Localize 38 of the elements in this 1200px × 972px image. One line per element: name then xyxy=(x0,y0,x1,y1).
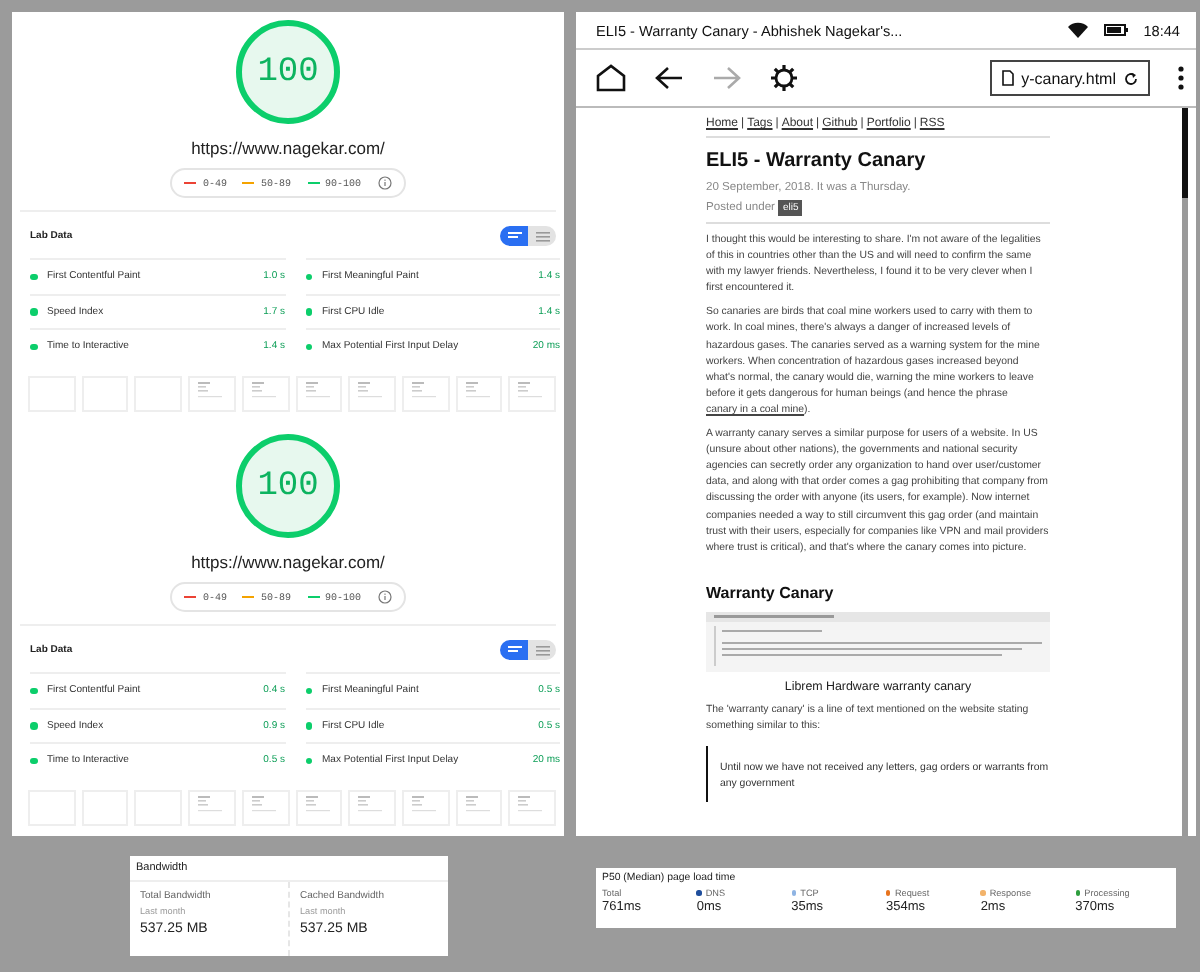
info-icon xyxy=(377,176,392,190)
reload-icon[interactable] xyxy=(1124,71,1138,85)
wifi-icon xyxy=(1067,22,1088,38)
list-icon xyxy=(535,645,549,655)
summary-icon xyxy=(507,645,521,655)
pass-dot-icon xyxy=(305,687,312,694)
info-icon xyxy=(377,590,392,604)
pass-dot-icon xyxy=(305,722,312,729)
pass-dot-icon xyxy=(305,343,312,350)
scrollbar[interactable] xyxy=(1182,108,1188,836)
score-gauge: 100 xyxy=(236,20,340,124)
section-heading: Warranty Canary xyxy=(706,583,836,602)
view-toggle-button[interactable] xyxy=(500,226,528,246)
view-toggle-button[interactable] xyxy=(528,226,556,246)
view-toggle-button[interactable] xyxy=(500,640,528,660)
pass-dot-icon xyxy=(30,273,37,280)
view-toggle-button[interactable] xyxy=(528,640,556,660)
pass-dot-icon xyxy=(305,757,312,764)
pass-dot-icon xyxy=(305,273,312,280)
home-icon[interactable] xyxy=(596,64,626,92)
settings-icon[interactable] xyxy=(770,64,798,92)
page-icon xyxy=(1001,70,1014,86)
back-arrow-icon[interactable] xyxy=(654,66,684,90)
site-url: https://www.nagekar.com/ xyxy=(189,138,387,158)
pass-dot-icon xyxy=(30,757,37,764)
pass-dot-icon xyxy=(305,308,312,315)
pass-dot-icon xyxy=(30,308,37,315)
post-title: ELI5 - Warranty Canary xyxy=(706,150,928,172)
summary-icon xyxy=(507,231,521,241)
battery-icon xyxy=(1103,24,1128,36)
score-gauge: 100 xyxy=(236,434,340,538)
list-icon xyxy=(535,231,549,241)
site-url: https://www.nagekar.com/ xyxy=(189,552,387,572)
pass-dot-icon xyxy=(30,343,37,350)
menu-icon[interactable] xyxy=(1178,66,1184,90)
pass-dot-icon xyxy=(30,722,37,729)
address-field[interactable]: y-canary.html xyxy=(989,60,1150,96)
pass-dot-icon xyxy=(30,687,37,694)
